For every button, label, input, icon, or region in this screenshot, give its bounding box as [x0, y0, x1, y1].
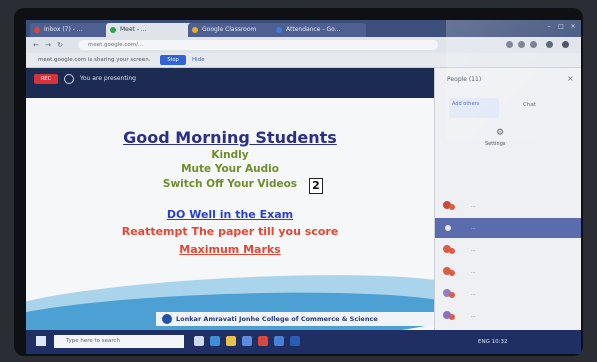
forward-icon[interactable]: →	[44, 41, 52, 49]
chat-tab[interactable]: Chat	[523, 102, 536, 108]
meeting-header: REC You are presenting	[26, 68, 434, 98]
slide-footer-text: Lonkar Amravati Jonhe College of Commerc…	[176, 315, 378, 323]
windows-start-icon[interactable]	[36, 336, 46, 346]
participant-row[interactable]: ...	[435, 196, 581, 216]
slide-line-video: Switch Off Your Videos	[162, 178, 298, 190]
menu-icon[interactable]	[562, 41, 569, 48]
stop-sharing-button[interactable]: Stop sharing	[160, 55, 186, 73]
settings-icon[interactable]: ⚙	[495, 128, 505, 138]
word-icon[interactable]	[290, 336, 300, 346]
college-logo-icon	[162, 314, 172, 324]
tab-label: Attendance - Go...	[286, 26, 341, 33]
avatar	[449, 314, 455, 320]
participant-name: ...	[471, 203, 476, 209]
tab-label: Inbox (7) - ...	[44, 26, 83, 33]
panel-title: People (11)	[447, 76, 482, 83]
extension-icon[interactable]	[530, 41, 537, 48]
profile-avatar-icon[interactable]	[546, 41, 553, 48]
browser-tab-inbox[interactable]: Inbox (7) - ...	[30, 23, 116, 37]
back-icon[interactable]: ←	[32, 41, 40, 49]
slide-line-kindly: Kindly	[211, 149, 249, 161]
participant-name: ...	[471, 269, 476, 275]
close-window-icon[interactable]: ×	[570, 24, 576, 30]
avatar	[449, 292, 455, 298]
store-icon[interactable]	[242, 336, 252, 346]
participant-row[interactable]: ...	[435, 284, 581, 304]
task-view-icon[interactable]	[194, 336, 204, 346]
slide-line-mute: Mute Your Audio	[181, 163, 279, 175]
browser-tab-classroom[interactable]: Google Classroom	[188, 23, 282, 37]
system-tray[interactable]: ENG 10:32	[478, 337, 507, 347]
screen: Inbox (7) - ... Meet - ... Google Classr…	[26, 20, 581, 354]
participant-name: ...	[471, 225, 476, 231]
avatar	[449, 248, 455, 254]
chrome-icon[interactable]	[258, 336, 268, 346]
taskbar-search-input[interactable]: Type here to search	[54, 335, 184, 348]
browser-tab-strip: Inbox (7) - ... Meet - ... Google Classr…	[26, 20, 581, 37]
add-others-button[interactable]: Add others	[449, 98, 499, 118]
recording-badge: REC	[34, 74, 58, 84]
presenter-label: You are presenting	[80, 75, 136, 82]
people-panel: People (11) × Add others Chat ⚙ Settings…	[434, 68, 581, 330]
extension-icon[interactable]	[518, 41, 525, 48]
extension-icon[interactable]	[506, 41, 513, 48]
slide-title: Good Morning Students	[123, 128, 337, 147]
share-message: meet.google.com is sharing your screen.	[38, 57, 151, 63]
hide-button[interactable]: Hide	[192, 55, 205, 65]
address-bar-row: ← → ↻ meet.google.com/...	[26, 37, 581, 53]
slide-line-marks: Maximum Marks	[179, 243, 281, 256]
participant-name: ...	[471, 313, 476, 319]
classroom-icon	[192, 27, 198, 33]
participant-name: ...	[471, 247, 476, 253]
close-icon[interactable]: ×	[567, 74, 574, 83]
avatar	[449, 270, 455, 276]
screen-share-bar: meet.google.com is sharing your screen. …	[26, 53, 581, 73]
participant-row[interactable]: ...	[435, 240, 581, 260]
taskbar: Type here to search ENG 10:32	[26, 330, 581, 354]
browser-tab-attendance[interactable]: Attendance - Go...	[272, 23, 366, 37]
tab-label: Meet - ...	[120, 26, 147, 33]
url-field[interactable]: meet.google.com/...	[78, 40, 438, 50]
participant-row[interactable]: ...	[435, 218, 581, 238]
tab-label: Google Classroom	[202, 26, 257, 33]
participant-row[interactable]: ...	[435, 306, 581, 326]
mail-icon[interactable]	[274, 336, 284, 346]
avatar	[445, 225, 451, 231]
avatar	[449, 204, 455, 210]
edge-icon[interactable]	[210, 336, 220, 346]
docs-icon	[276, 27, 282, 33]
meet-icon	[110, 27, 116, 33]
participant-name: ...	[471, 291, 476, 297]
reload-icon[interactable]: ↻	[56, 41, 64, 49]
slide-line-paper: Reattempt The paper till you score	[121, 225, 339, 238]
participant-row[interactable]: ...	[435, 262, 581, 282]
mail-icon	[34, 27, 40, 33]
browser-tab-meet[interactable]: Meet - ...	[106, 23, 198, 37]
slide-line-exam: DO Well in the Exam	[166, 208, 294, 221]
folder-icon[interactable]	[226, 336, 236, 346]
shared-slide: Good Morning Students Kindly Mute Your A…	[26, 98, 434, 330]
minimize-icon[interactable]: –	[546, 24, 552, 30]
slide-number-box: 2	[309, 178, 323, 194]
maximize-icon[interactable]: □	[558, 24, 564, 30]
settings-label: Settings	[485, 141, 506, 147]
present-icon	[64, 74, 74, 84]
